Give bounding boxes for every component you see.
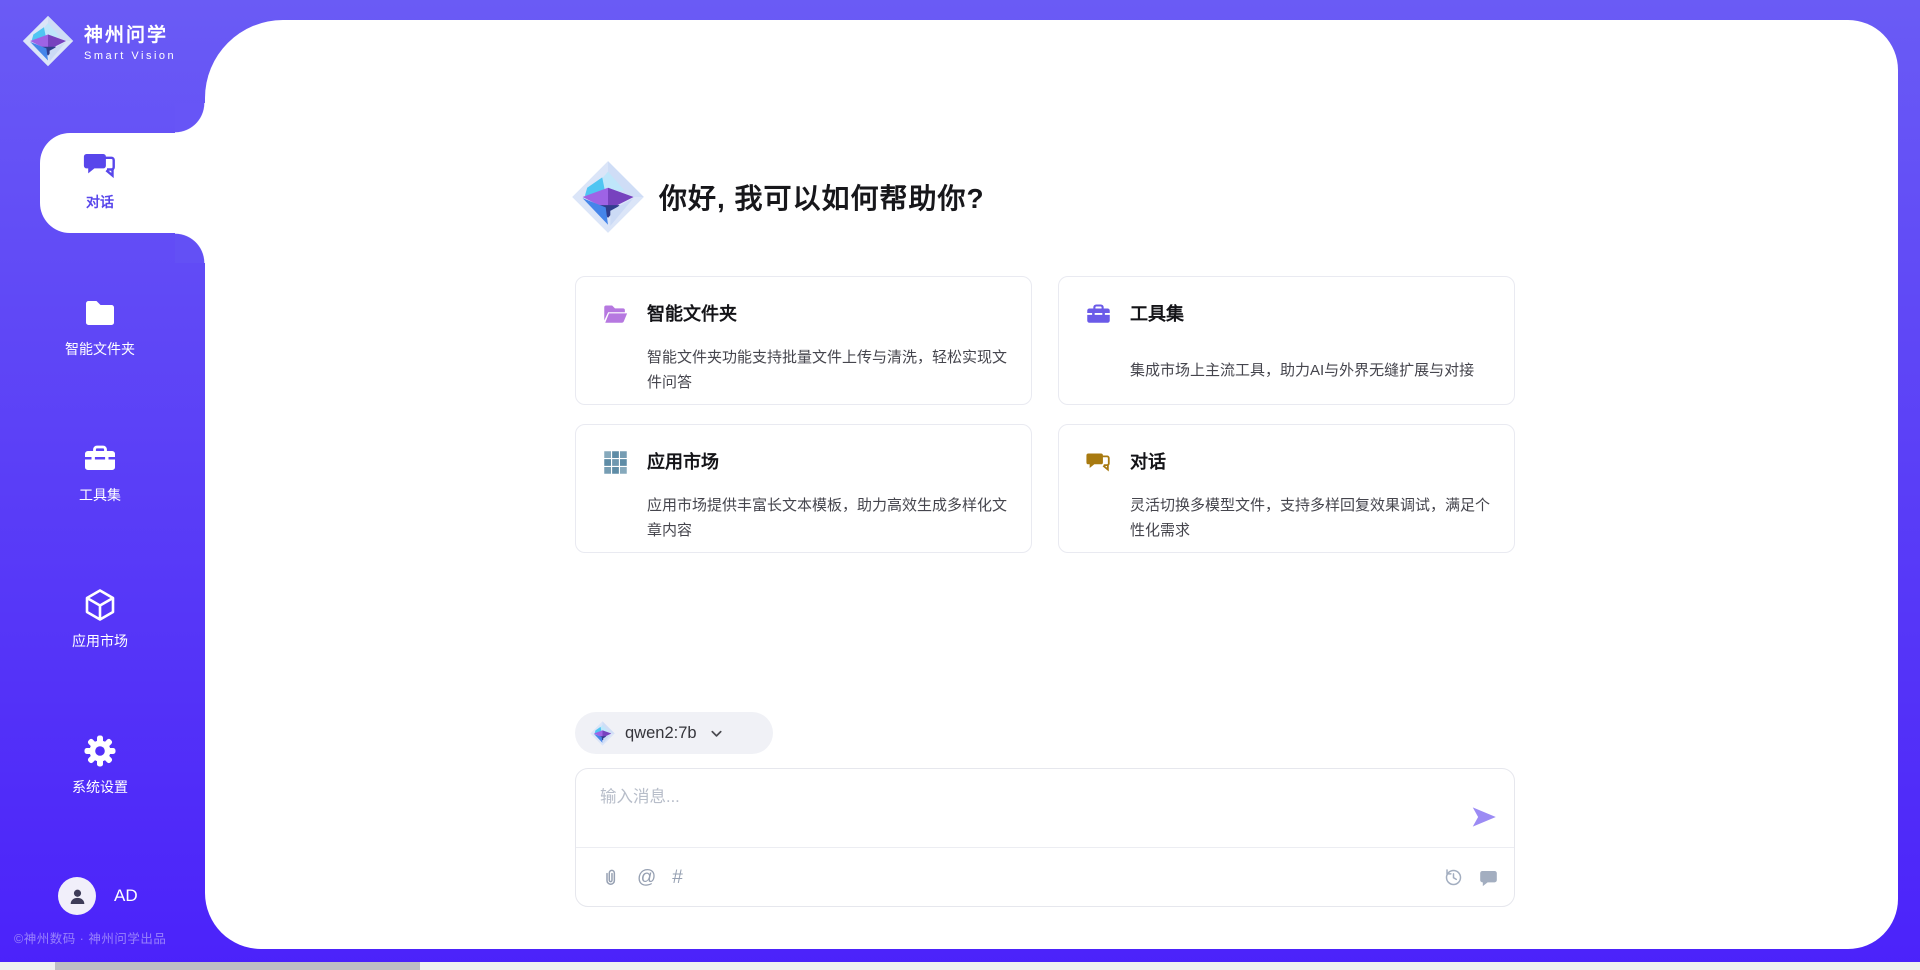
cube-icon <box>82 587 118 623</box>
sidebar-item-chat[interactable]: 对话 <box>40 133 205 233</box>
chat-icon <box>1085 449 1112 476</box>
card-title: 工具集 <box>1130 301 1490 350</box>
composer-tools-right <box>1443 867 1499 888</box>
sidebar-item-toolset[interactable]: 工具集 <box>40 425 205 571</box>
feedback-bubble-icon[interactable] <box>1478 867 1499 888</box>
avatar <box>58 877 96 915</box>
sidebar-item-label: 系统设置 <box>72 777 128 797</box>
feature-cards: 智能文件夹 智能文件夹功能支持批量文件上传与清洗，轻松实现文件问答 工具集 集成… <box>575 276 1515 553</box>
gear-icon <box>82 733 118 769</box>
attachment-icon[interactable] <box>600 867 621 888</box>
main-panel: 你好, 我可以如何帮助你? 智能文件夹 智能文件夹功能支持批量文件上传与清洗，轻… <box>205 20 1898 949</box>
card-description: 灵活切换多模型文件，支持多样回复效果调试，满足个性化需求 <box>1130 493 1490 552</box>
horizontal-scrollbar-thumb[interactable] <box>55 962 420 970</box>
card-toolset[interactable]: 工具集 集成市场上主流工具，助力AI与外界无缝扩展与对接 <box>1058 276 1515 405</box>
sidebar-item-settings[interactable]: 系统设置 <box>40 717 205 863</box>
card-description: 集成市场上主流工具，助力AI与外界无缝扩展与对接 <box>1130 358 1490 405</box>
model-diamond-logo-icon <box>590 721 615 746</box>
history-icon[interactable] <box>1443 867 1464 888</box>
sidebar-item-label: 智能文件夹 <box>65 339 135 359</box>
message-composer: @ # <box>575 768 1515 907</box>
chat-home-content: 你好, 我可以如何帮助你? 智能文件夹 智能文件夹功能支持批量文件上传与清洗，轻… <box>575 20 1515 949</box>
card-title: 应用市场 <box>647 449 1007 485</box>
message-input[interactable] <box>600 783 1450 833</box>
copyright: ©神州数码 · 神州问学出品 <box>14 928 166 947</box>
briefcase-icon <box>82 441 118 477</box>
card-description: 智能文件夹功能支持批量文件上传与清洗，轻松实现文件问答 <box>647 345 1007 404</box>
sidebar-item-label: 工具集 <box>79 485 121 505</box>
folder-icon <box>82 295 118 331</box>
model-name: qwen2:7b <box>625 724 697 743</box>
greeting: 你好, 我可以如何帮助你? <box>571 160 985 234</box>
composer-toolbar: @ # <box>576 848 1514 906</box>
brand-subtitle: Smart Vision <box>84 50 176 62</box>
sidebar-item-label: 对话 <box>86 192 114 212</box>
send-icon <box>1469 802 1499 832</box>
card-title: 对话 <box>1130 449 1490 485</box>
sidebar-nav: 对话 智能文件夹 工具集 应用市场 系统设置 <box>40 133 205 863</box>
card-chat[interactable]: 对话 灵活切换多模型文件，支持多样回复效果调试，满足个性化需求 <box>1058 424 1515 553</box>
folder-open-icon <box>602 301 629 328</box>
person-icon <box>67 886 88 907</box>
send-button[interactable] <box>1469 802 1499 832</box>
sidebar-item-label: 应用市场 <box>72 631 128 651</box>
brand-diamond-logo-icon <box>571 160 645 234</box>
card-smart-folder[interactable]: 智能文件夹 智能文件夹功能支持批量文件上传与清洗，轻松实现文件问答 <box>575 276 1032 405</box>
sidebar-item-app-market[interactable]: 应用市场 <box>40 571 205 717</box>
briefcase-icon <box>1085 301 1112 328</box>
brand-name: 神州问学 <box>84 20 176 47</box>
card-app-market[interactable]: 应用市场 应用市场提供丰富长文本模板，助力高效生成多样化文章内容 <box>575 424 1032 553</box>
hashtag-icon[interactable]: # <box>672 867 683 888</box>
card-title: 智能文件夹 <box>647 301 1007 337</box>
brand-text: 神州问学 Smart Vision <box>84 20 176 62</box>
mention-icon[interactable]: @ <box>637 867 656 888</box>
grid-icon <box>602 449 629 476</box>
card-description: 应用市场提供丰富长文本模板，助力高效生成多样化文章内容 <box>647 493 1007 552</box>
user-account[interactable]: AD <box>58 877 138 915</box>
composer-tools-left: @ # <box>600 867 683 888</box>
horizontal-scrollbar[interactable] <box>0 962 1920 970</box>
sidebar-item-smart-folder[interactable]: 智能文件夹 <box>40 279 205 425</box>
chat-icon <box>82 148 118 184</box>
brand-diamond-logo-icon <box>22 15 74 67</box>
greeting-text: 你好, 我可以如何帮助你? <box>659 177 985 217</box>
chevron-down-icon <box>709 726 724 741</box>
model-selector[interactable]: qwen2:7b <box>575 712 773 754</box>
brand: 神州问学 Smart Vision <box>22 15 176 67</box>
user-initials: AD <box>114 886 138 906</box>
